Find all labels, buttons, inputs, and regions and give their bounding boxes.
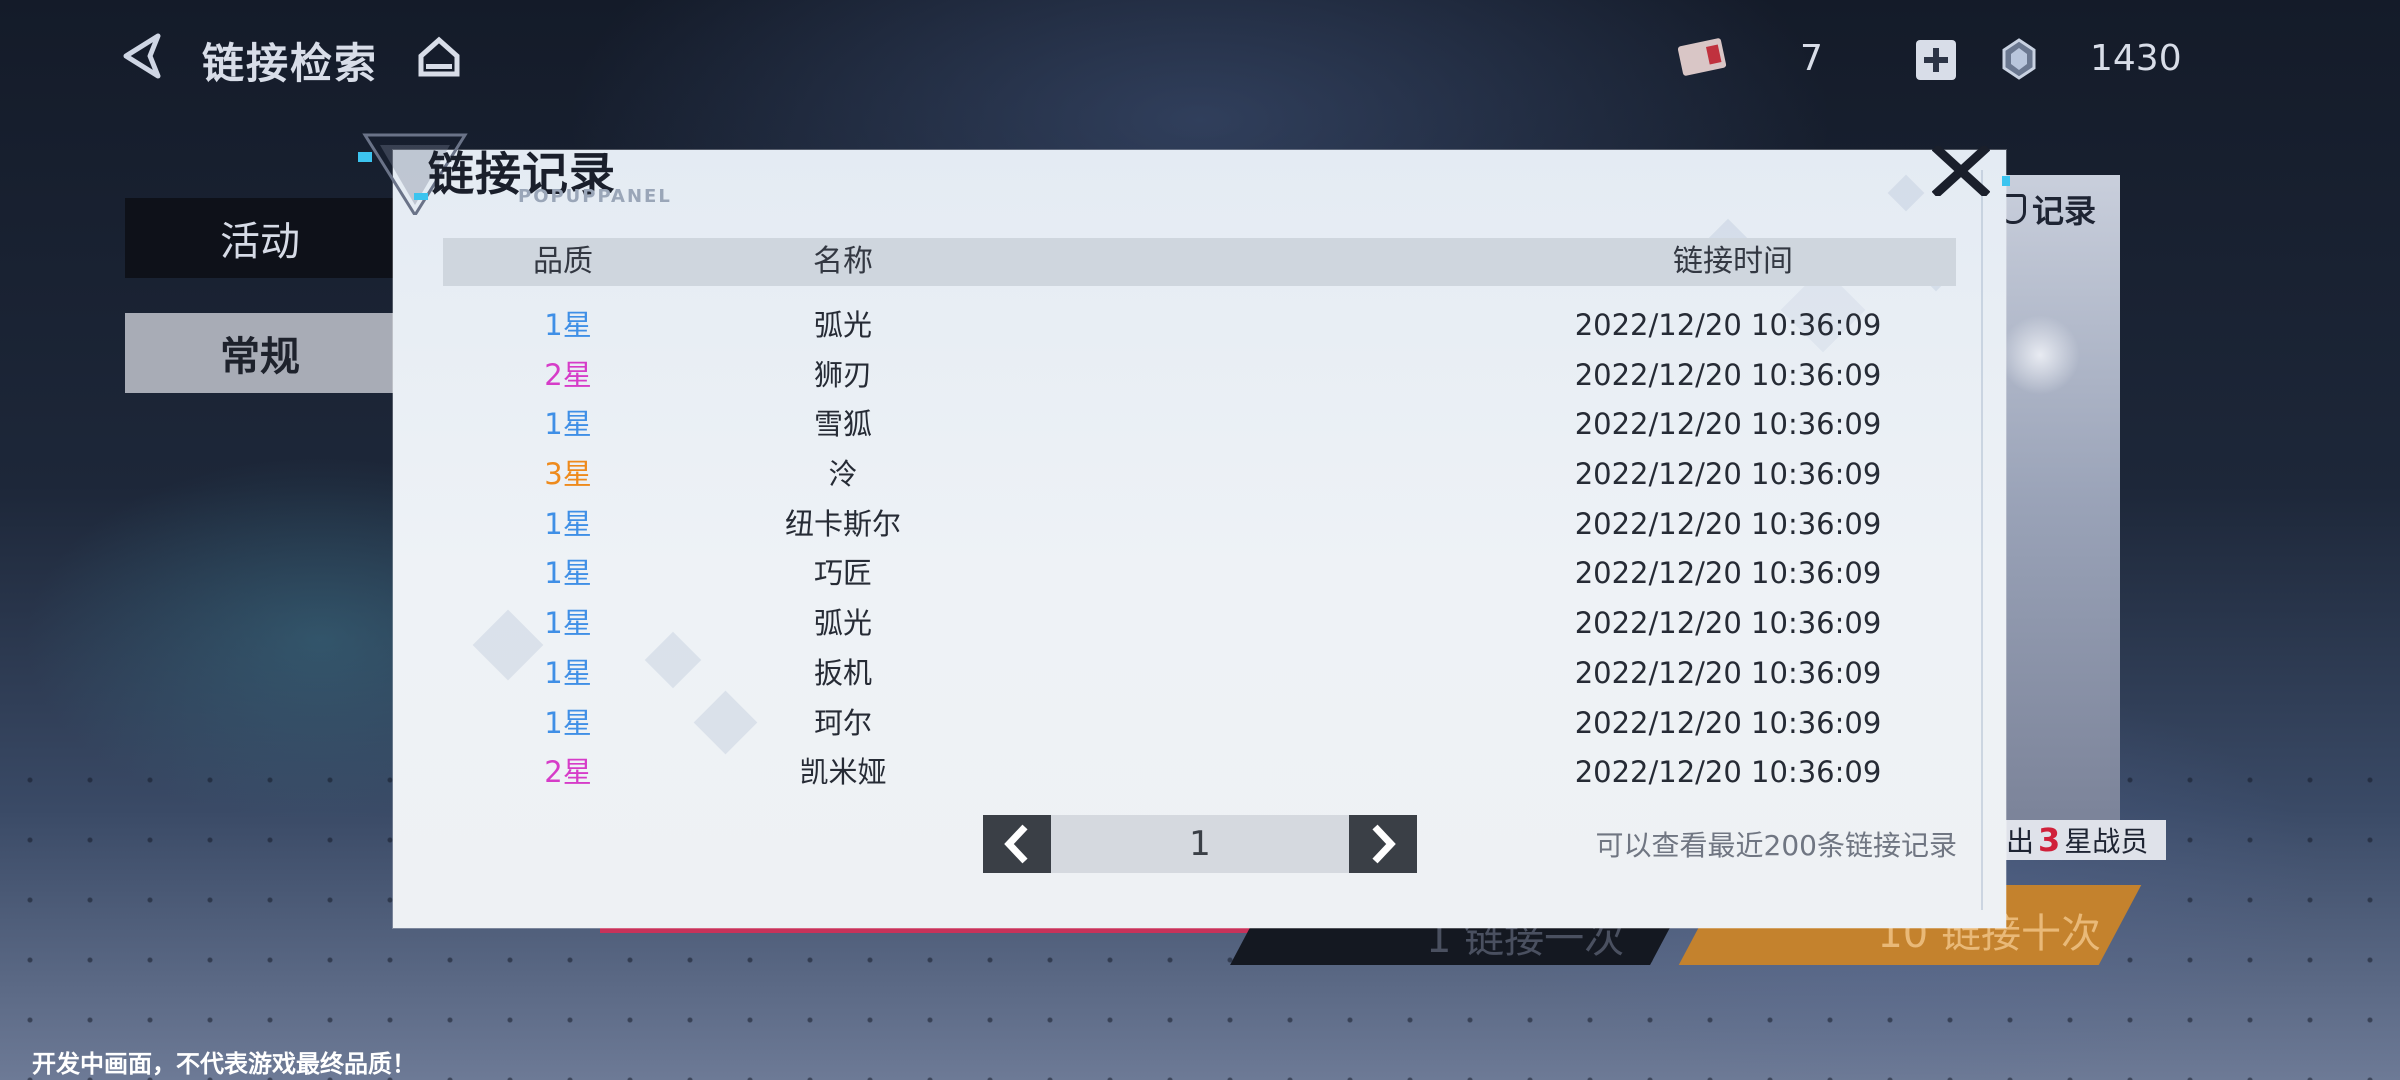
row-name: 狮刃 bbox=[813, 357, 872, 392]
row-name: 雪狐 bbox=[813, 407, 872, 442]
row-time: 2022/12/20 10:36:09 bbox=[1574, 357, 1882, 392]
header-time: 链接时间 bbox=[1673, 244, 1793, 279]
cyan-marker bbox=[358, 152, 372, 162]
row-time: 2022/12/20 10:36:09 bbox=[1574, 655, 1882, 690]
table-row: 2星 凯米娅 2022/12/20 10:36:09 bbox=[443, 747, 1956, 797]
crystal-icon bbox=[1998, 38, 2040, 80]
chevron-right-icon bbox=[1372, 824, 1396, 864]
row-time: 2022/12/20 10:36:09 bbox=[1574, 457, 1882, 492]
row-time: 2022/12/20 10:36:09 bbox=[1574, 606, 1882, 641]
prev-page-button[interactable] bbox=[983, 815, 1051, 873]
guarantee-prefix: 出 bbox=[2006, 825, 2035, 858]
header-name: 名称 bbox=[813, 244, 873, 279]
decor-diamond bbox=[1887, 174, 1925, 212]
chevron-left-icon bbox=[1004, 824, 1028, 864]
row-name: 泠 bbox=[828, 457, 858, 492]
row-name: 弧光 bbox=[813, 606, 872, 641]
row-name: 扳机 bbox=[813, 655, 872, 690]
record-link-label: 记录 bbox=[2032, 192, 2097, 230]
row-time: 2022/12/20 10:36:09 bbox=[1574, 308, 1882, 342]
modal-subtitle: POPUPPANEL bbox=[518, 186, 672, 207]
row-time: 2022/12/20 10:36:09 bbox=[1574, 755, 1882, 790]
cyan-marker bbox=[2002, 176, 2010, 186]
close-button[interactable] bbox=[1931, 143, 1991, 199]
close-icon bbox=[1931, 143, 1991, 199]
table-row: 1星 巧匠 2022/12/20 10:36:09 bbox=[443, 548, 1956, 598]
back-arrow-icon bbox=[123, 33, 161, 79]
home-icon bbox=[418, 36, 460, 77]
home-button[interactable] bbox=[418, 36, 460, 78]
record-list: 1星 弧光 2022/12/20 10:36:09 2星 狮刃 2022/12/20 10… bbox=[443, 300, 1956, 797]
row-time: 2022/12/20 10:36:09 bbox=[1574, 705, 1882, 740]
table-row: 1星 雪狐 2022/12/20 10:36:09 bbox=[443, 399, 1956, 449]
row-name: 凯米娅 bbox=[799, 755, 887, 790]
table-row: 1星 弧光 2022/12/20 10:36:09 bbox=[443, 300, 1956, 350]
add-currency-button[interactable] bbox=[1916, 40, 1956, 80]
row-name: 巧匠 bbox=[813, 556, 872, 591]
row-time: 2022/12/20 10:36:09 bbox=[1574, 407, 1882, 442]
table-row: 1星 弧光 2022/12/20 10:36:09 bbox=[443, 598, 1956, 648]
page-title: 链接检索 bbox=[202, 39, 379, 88]
table-header: 品质 名称 链接时间 bbox=[443, 238, 1956, 286]
table-row: 1星 扳机 2022/12/20 10:36:09 bbox=[443, 648, 1956, 698]
row-time: 2022/12/20 10:36:09 bbox=[1574, 506, 1882, 541]
record-limit-note: 可以查看最近200条链接记录 bbox=[1595, 829, 1957, 862]
row-time: 2022/12/20 10:36:09 bbox=[1574, 556, 1882, 591]
record-link[interactable]: 记录 bbox=[2000, 186, 2096, 232]
guarantee-badge: 出 3 星战员 bbox=[2000, 820, 2167, 860]
guarantee-number: 3 bbox=[2038, 821, 2061, 859]
table-row: 1星 纽卡斯尔 2022/12/20 10:36:09 bbox=[443, 499, 1956, 549]
crystal-count: 1430 bbox=[2090, 38, 2182, 79]
back-button[interactable] bbox=[118, 30, 170, 82]
table-row: 1星 珂尔 2022/12/20 10:36:09 bbox=[443, 698, 1956, 748]
table-row: 3星泠 2022/12/20 10:36:09 bbox=[443, 449, 1956, 499]
table-row: 2星 狮刃 2022/12/20 10:36:09 bbox=[443, 350, 1956, 400]
tab-normal[interactable]: 常规 bbox=[125, 313, 395, 393]
row-name: 纽卡斯尔 bbox=[784, 506, 901, 541]
row-name: 珂尔 bbox=[813, 705, 872, 740]
pagination: 1 bbox=[983, 815, 1417, 873]
cyan-marker bbox=[414, 193, 428, 200]
page-number: 1 bbox=[1189, 824, 1211, 864]
ticket-count: 7 bbox=[1800, 38, 1823, 79]
guarantee-suffix: 星战员 bbox=[2064, 825, 2149, 858]
next-page-button[interactable] bbox=[1349, 815, 1417, 873]
row-name: 弧光 bbox=[813, 308, 872, 342]
dev-disclaimer: 开发中画面，不代表游戏最终品质！ bbox=[32, 1050, 416, 1078]
